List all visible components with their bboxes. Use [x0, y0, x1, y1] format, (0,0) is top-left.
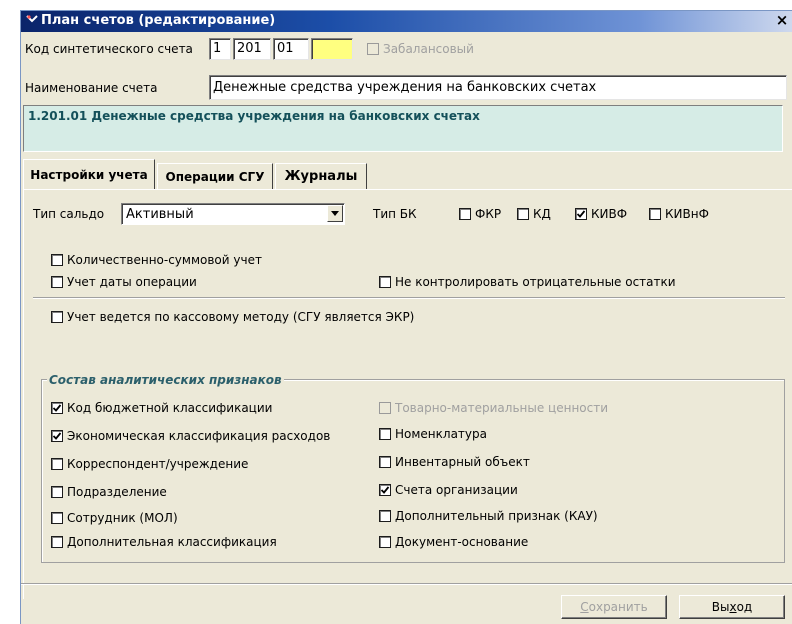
title-bar[interactable]: План счетов (редактирование) ×: [21, 11, 792, 32]
account-info-box: 1.201.01 Денежные средства учреждения на…: [23, 105, 783, 152]
bk-kivnf-label: КИВнФ: [665, 207, 709, 221]
account-plan-window: План счетов (редактирование) × Код синте…: [20, 10, 792, 624]
exit-button-label-end: од: [736, 600, 753, 614]
tab-sgu-operations[interactable]: Операции СГУ: [157, 163, 273, 189]
close-icon[interactable]: ×: [773, 12, 791, 30]
save-button[interactable]: Сохранить: [561, 595, 667, 619]
save-button-mnemonic: С: [580, 600, 589, 614]
analytics-left-checkbox-1[interactable]: [51, 430, 63, 442]
bk-kivf-label: КИВФ: [591, 207, 628, 221]
analytics-right-label-4: Дополнительный признак (КАУ): [395, 509, 598, 523]
save-button-label: охранить: [588, 600, 648, 614]
analytics-left-label-5: Дополнительная классификация: [67, 535, 277, 549]
analytics-left-label-4: Сотрудник (МОЛ): [67, 511, 178, 525]
analytics-left-label-2: Корреспондент/учреждение: [67, 457, 249, 471]
account-code-label: Код синтетического счета: [25, 42, 193, 56]
account-code-part2[interactable]: 201: [233, 38, 271, 60]
divider: [33, 297, 785, 299]
bk-fkr-checkbox[interactable]: [459, 208, 471, 220]
analytics-left-checkbox-0[interactable]: [51, 402, 63, 414]
balance-type-select[interactable]: Активный: [121, 203, 345, 225]
check-icon: [52, 432, 62, 440]
bk-kd-label: КД: [533, 207, 551, 221]
analytics-group-title: Состав аналитических признаков: [47, 373, 284, 387]
account-name-label: Наименование счета: [25, 81, 158, 95]
footer-divider: [21, 583, 792, 585]
analytics-left-checkbox-4[interactable]: [51, 512, 63, 524]
op-date-checkbox[interactable]: [51, 276, 63, 288]
analytics-right-checkbox-3[interactable]: [379, 484, 391, 496]
bk-type-label: Тип БК: [373, 207, 417, 221]
exit-button-label-start: Вы: [711, 600, 730, 614]
analytics-right-checkbox-4[interactable]: [379, 510, 391, 522]
no-negative-control-label: Не контролировать отрицательные остатки: [395, 275, 676, 289]
bk-kd-checkbox[interactable]: [517, 208, 529, 220]
cash-method-label: Учет ведется по кассовому методу (СГУ яв…: [67, 310, 415, 324]
analytics-left-checkbox-2[interactable]: [51, 458, 63, 470]
analytics-right-checkbox-2[interactable]: [379, 456, 391, 468]
cash-method-checkbox[interactable]: [51, 311, 63, 323]
window-title: План счетов (редактирование): [41, 13, 276, 28]
account-code-part4[interactable]: [311, 38, 353, 60]
analytics-left-label-0: Код бюджетной классификации: [67, 401, 273, 415]
bk-kivf-checkbox[interactable]: [575, 208, 587, 220]
check-icon: [52, 404, 62, 412]
analytics-left-checkbox-3[interactable]: [51, 486, 63, 498]
analytics-left-label-3: Подразделение: [67, 485, 167, 499]
analytics-left-label-1: Экономическая классификация расходов: [67, 429, 331, 443]
account-code-part1[interactable]: 1: [209, 38, 231, 60]
tab-journals[interactable]: Журналы: [275, 163, 367, 189]
offbalance-checkbox[interactable]: [367, 43, 379, 55]
no-negative-control-checkbox[interactable]: [379, 276, 391, 288]
analytics-right-label-0: Товарно-материальные ценности: [395, 401, 609, 415]
analytics-right-checkbox-0[interactable]: [379, 402, 391, 414]
bk-kivnf-checkbox[interactable]: [649, 208, 661, 220]
analytics-right-label-2: Инвентарный объект: [395, 455, 530, 469]
app-icon: [25, 13, 39, 27]
qty-sum-checkbox[interactable]: [51, 254, 63, 266]
offbalance-label: Забалансовый: [383, 42, 474, 56]
check-icon: [380, 486, 390, 494]
qty-sum-label: Количественно-суммовой учет: [67, 253, 262, 267]
balance-type-label: Тип сальдо: [33, 207, 105, 221]
analytics-left-checkbox-5[interactable]: [51, 536, 63, 548]
analytics-right-label-3: Счета организации: [395, 483, 518, 497]
chevron-down-icon[interactable]: [327, 205, 343, 222]
check-icon: [576, 210, 586, 218]
exit-button[interactable]: Выход: [679, 595, 785, 619]
tab-accounting-settings[interactable]: Настройки учета: [23, 159, 155, 189]
analytics-right-label-5: Документ-основание: [395, 535, 529, 549]
analytics-right-checkbox-5[interactable]: [379, 536, 391, 548]
exit-button-mnemonic: х: [729, 600, 737, 614]
analytics-right-label-1: Номенклатура: [395, 427, 487, 441]
balance-type-value: Активный: [126, 207, 194, 222]
account-name-input[interactable]: Денежные средства учреждения на банковск…: [209, 75, 787, 100]
account-code-part3[interactable]: 01: [273, 38, 309, 60]
op-date-label: Учет даты операции: [67, 275, 197, 289]
analytics-right-checkbox-1[interactable]: [379, 428, 391, 440]
bk-fkr-label: ФКР: [475, 207, 502, 221]
